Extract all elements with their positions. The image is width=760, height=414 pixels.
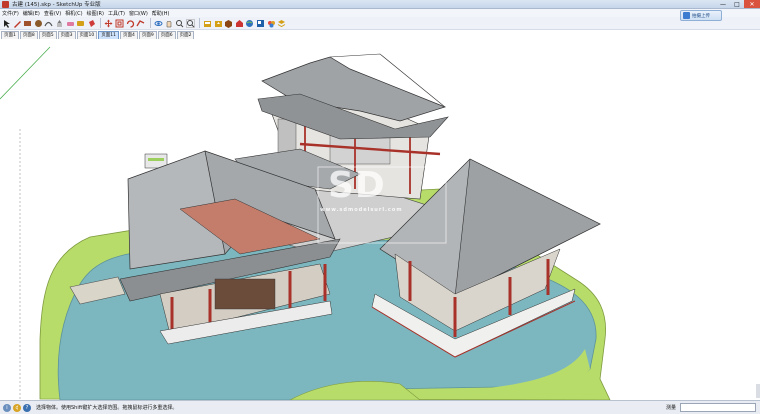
paint-bucket-icon[interactable] xyxy=(87,19,96,28)
offset-icon[interactable] xyxy=(115,19,124,28)
pan-icon[interactable] xyxy=(164,19,173,28)
status-bar: i ¢ ? 选择物体。使用Shift键扩大选择范围。拖拽鼠标进行多重选择。 测量 xyxy=(0,400,760,414)
toolbar-separator xyxy=(149,18,151,28)
google-earth-icon[interactable] xyxy=(245,19,254,28)
menu-draw[interactable]: 绘图(R) xyxy=(87,10,104,17)
components-icon[interactable] xyxy=(224,19,233,28)
measurement-input[interactable] xyxy=(680,403,756,412)
select-arrow-icon[interactable] xyxy=(2,19,11,28)
scene-tab[interactable]: 页面5 xyxy=(38,30,57,39)
scene-tab[interactable]: 页面8 xyxy=(19,30,38,39)
model-viewport[interactable]: SD www.sdmodelsurl.com xyxy=(0,39,760,400)
help-icon[interactable]: ? xyxy=(23,403,31,412)
menu-view[interactable]: 查看(V) xyxy=(44,10,61,17)
geo-location-icon[interactable]: i xyxy=(3,403,11,412)
scene-tab[interactable]: 页面11 xyxy=(98,30,119,39)
scene-tab[interactable]: 页面2 xyxy=(176,30,195,39)
sketchup-app-icon xyxy=(2,0,9,8)
menu-help[interactable]: 帮助(H) xyxy=(152,10,170,17)
scene-tab[interactable]: 页面1 xyxy=(1,30,19,39)
model-canvas[interactable] xyxy=(0,39,760,400)
roof-garden xyxy=(148,158,164,161)
materials-icon[interactable] xyxy=(267,19,276,28)
left-hall-lattice xyxy=(214,278,276,310)
toolbar-separator xyxy=(100,18,102,28)
menu-bar: 文件(F) 编辑(E) 查看(V) 相机(C) 绘图(R) 工具(T) 窗口(W… xyxy=(0,9,760,17)
watermark-url: www.sdmodelsurl.com xyxy=(320,207,403,213)
scene-tab[interactable]: 页面10 xyxy=(76,30,98,39)
credits-icon[interactable]: ¢ xyxy=(13,403,21,412)
get-models-icon[interactable] xyxy=(203,19,212,28)
pencil-icon[interactable] xyxy=(13,19,22,28)
layers-icon[interactable] xyxy=(277,19,286,28)
scene-tabs: 页面1 页面8 页面5 页面3 页面10 页面11 页面4 页面9 页面6 页面2 xyxy=(0,30,195,39)
menu-tools[interactable]: 工具(T) xyxy=(108,10,125,17)
title-bar: 古建 (145).skp - SketchUp 专业版 — □ ✕ xyxy=(0,0,760,9)
upload-icon xyxy=(683,12,690,19)
scroll-nub[interactable] xyxy=(756,384,760,398)
menu-camera[interactable]: 相机(C) xyxy=(65,10,82,17)
main-toolbar xyxy=(0,17,760,30)
move-icon[interactable] xyxy=(104,19,113,28)
styles-icon[interactable] xyxy=(256,19,265,28)
rectangle-icon[interactable] xyxy=(23,19,32,28)
upload-button-label: 拍摄上传 xyxy=(692,13,710,19)
menu-file[interactable]: 文件(F) xyxy=(2,10,19,17)
scene-tab[interactable]: 页面6 xyxy=(157,30,176,39)
minimize-button[interactable]: — xyxy=(716,0,730,8)
green-axis xyxy=(0,46,51,100)
scene-tab[interactable]: 页面4 xyxy=(119,30,138,39)
push-pull-icon[interactable] xyxy=(55,19,64,28)
menu-edit[interactable]: 编辑(E) xyxy=(23,10,40,17)
follow-me-icon[interactable] xyxy=(136,19,145,28)
upload-button[interactable]: 拍摄上传 xyxy=(680,10,722,21)
tape-measure-icon[interactable] xyxy=(76,19,85,28)
scene-tab[interactable]: 页面9 xyxy=(138,30,157,39)
circle-icon[interactable] xyxy=(34,19,43,28)
share-model-icon[interactable] xyxy=(214,19,223,28)
maximize-button[interactable]: □ xyxy=(730,0,744,8)
window-title: 古建 (145).skp - SketchUp 专业版 xyxy=(12,2,101,8)
toolbar-separator xyxy=(199,18,201,28)
status-message: 选择物体。使用Shift键扩大选择范围。拖拽鼠标进行多重选择。 xyxy=(36,405,178,411)
scene-tab[interactable]: 页面3 xyxy=(57,30,76,39)
close-button[interactable]: ✕ xyxy=(744,0,760,8)
zoom-extents-icon[interactable] xyxy=(185,18,195,28)
rotate-icon[interactable] xyxy=(126,19,135,28)
zoom-icon[interactable] xyxy=(175,19,184,28)
measure-label: 测量 xyxy=(666,405,677,411)
warehouse-icon[interactable] xyxy=(235,19,244,28)
menu-window[interactable]: 窗口(W) xyxy=(129,10,148,17)
watermark-logo: SD xyxy=(328,165,386,206)
arc-icon[interactable] xyxy=(44,19,53,28)
eraser-icon[interactable] xyxy=(66,19,75,28)
orbit-icon[interactable] xyxy=(154,19,163,28)
